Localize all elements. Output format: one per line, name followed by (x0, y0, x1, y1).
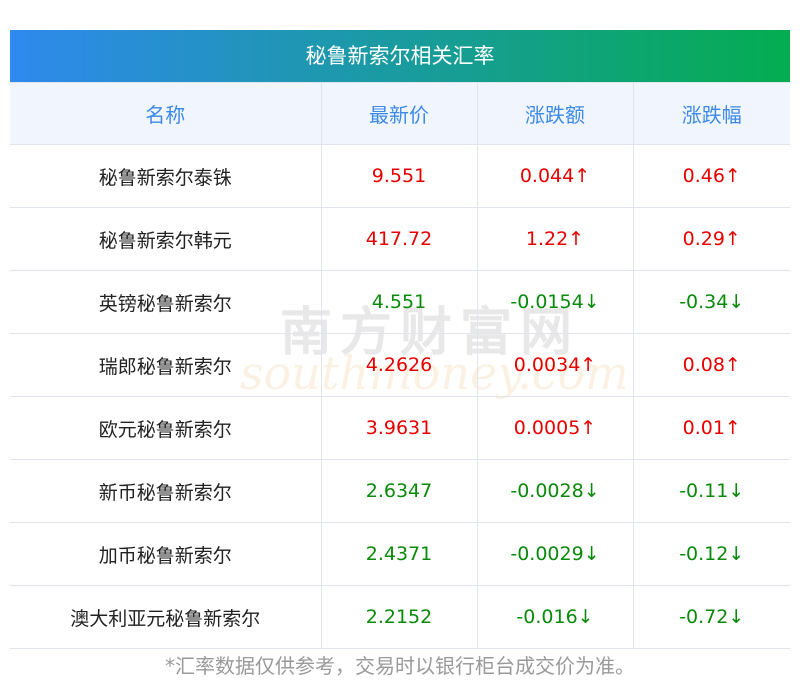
table-row: 秘鲁新索尔泰铢 9.551 0.044↑ 0.46↑ (10, 144, 790, 208)
table-title: 秘鲁新索尔相关汇率 (10, 30, 790, 82)
pair-name[interactable]: 新币秘鲁新索尔 (10, 459, 322, 523)
header-price: 最新价 (320, 82, 478, 145)
table-row: 新币秘鲁新索尔 2.6347 -0.0028↓ -0.11↓ (10, 459, 790, 523)
rates-table: 名称 最新价 涨跌额 涨跌幅 秘鲁新索尔泰铢 9.551 0.044↑ 0.46↑ 秘鲁… (10, 82, 790, 649)
price-cell: 2.6347 (320, 459, 478, 523)
table-row: 瑞郎秘鲁新索尔 4.2626 0.0034↑ 0.08↑ (10, 333, 790, 397)
header-change: 涨跌额 (476, 82, 634, 145)
pair-name[interactable]: 欧元秘鲁新索尔 (10, 396, 322, 460)
rates-table-widget: 秘鲁新索尔相关汇率 名称 最新价 涨跌额 涨跌幅 秘鲁新索尔泰铢 9.551 0.0… (10, 30, 790, 649)
change-cell: 0.044↑ (476, 144, 634, 208)
pair-name[interactable]: 澳大利亚元秘鲁新索尔 (10, 585, 322, 649)
pct-cell: 0.29↑ (632, 207, 790, 271)
pct-cell: -0.34↓ (632, 270, 790, 334)
header-row: 名称 最新价 涨跌额 涨跌幅 (10, 82, 790, 145)
table-row: 澳大利亚元秘鲁新索尔 2.2152 -0.016↓ -0.72↓ (10, 585, 790, 649)
pair-name[interactable]: 加币秘鲁新索尔 (10, 522, 322, 586)
pct-cell: 0.08↑ (632, 333, 790, 397)
header-pct: 涨跌幅 (632, 82, 790, 145)
change-cell: -0.0154↓ (476, 270, 634, 334)
change-cell: -0.016↓ (476, 585, 634, 649)
change-cell: 1.22↑ (476, 207, 634, 271)
disclaimer: *汇率数据仅供参考，交易时以银行柜台成交价为准。 (165, 654, 635, 678)
price-cell: 417.72 (320, 207, 478, 271)
table-row: 加币秘鲁新索尔 2.4371 -0.0029↓ -0.12↓ (10, 522, 790, 586)
pair-name[interactable]: 秘鲁新索尔韩元 (10, 207, 322, 271)
pct-cell: -0.12↓ (632, 522, 790, 586)
price-cell: 4.2626 (320, 333, 478, 397)
change-cell: 0.0034↑ (476, 333, 634, 397)
price-cell: 2.2152 (320, 585, 478, 649)
pair-name[interactable]: 瑞郎秘鲁新索尔 (10, 333, 322, 397)
pair-name[interactable]: 英镑秘鲁新索尔 (10, 270, 322, 334)
pct-cell: -0.11↓ (632, 459, 790, 523)
pct-cell: 0.46↑ (632, 144, 790, 208)
price-cell: 2.4371 (320, 522, 478, 586)
price-cell: 4.551 (320, 270, 478, 334)
change-cell: 0.0005↑ (476, 396, 634, 460)
table-row: 欧元秘鲁新索尔 3.9631 0.0005↑ 0.01↑ (10, 396, 790, 460)
pct-cell: -0.72↓ (632, 585, 790, 649)
header-name: 名称 (10, 82, 322, 145)
price-cell: 3.9631 (320, 396, 478, 460)
price-cell: 9.551 (320, 144, 478, 208)
table-row: 英镑秘鲁新索尔 4.551 -0.0154↓ -0.34↓ (10, 270, 790, 334)
table-row: 秘鲁新索尔韩元 417.72 1.22↑ 0.29↑ (10, 207, 790, 271)
change-cell: -0.0029↓ (476, 522, 634, 586)
pair-name[interactable]: 秘鲁新索尔泰铢 (10, 144, 322, 208)
change-cell: -0.0028↓ (476, 459, 634, 523)
pct-cell: 0.01↑ (632, 396, 790, 460)
